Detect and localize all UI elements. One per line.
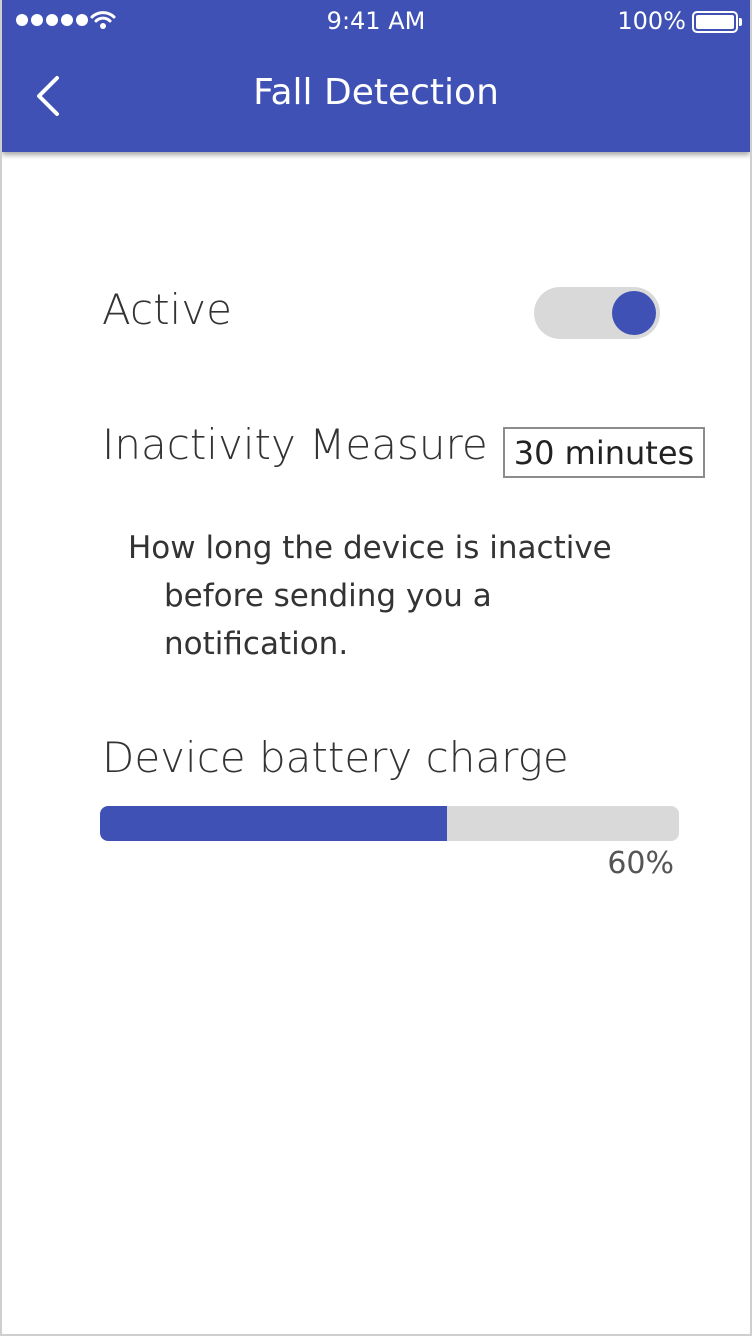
active-label: Active xyxy=(102,285,232,334)
app-header: 9:41 AM 100% Fall Detection xyxy=(2,0,750,152)
status-battery-percent: 100% xyxy=(617,7,686,35)
inactivity-select[interactable]: 30 minutes xyxy=(503,427,705,478)
battery-progress-fill xyxy=(100,806,448,841)
page-title: Fall Detection xyxy=(253,72,499,113)
inactivity-help-text: How long the device is inactive before s… xyxy=(128,524,648,668)
battery-progress-bar xyxy=(100,806,679,841)
help-text-line: notification. xyxy=(164,626,349,662)
battery-full-icon xyxy=(692,11,742,33)
battery-percent-text: 60% xyxy=(607,846,674,881)
active-toggle[interactable] xyxy=(534,287,660,339)
status-bar: 9:41 AM 100% xyxy=(2,0,750,44)
battery-label: Device battery charge xyxy=(102,733,569,782)
help-text-line: before sending you a xyxy=(164,578,492,614)
phone-screen: 9:41 AM 100% Fall Detection Active Inact… xyxy=(0,0,752,1336)
help-text-line: How long the device is inactive xyxy=(128,530,612,566)
toggle-knob xyxy=(612,291,656,335)
inactivity-label: Inactivity Measure xyxy=(102,420,488,469)
